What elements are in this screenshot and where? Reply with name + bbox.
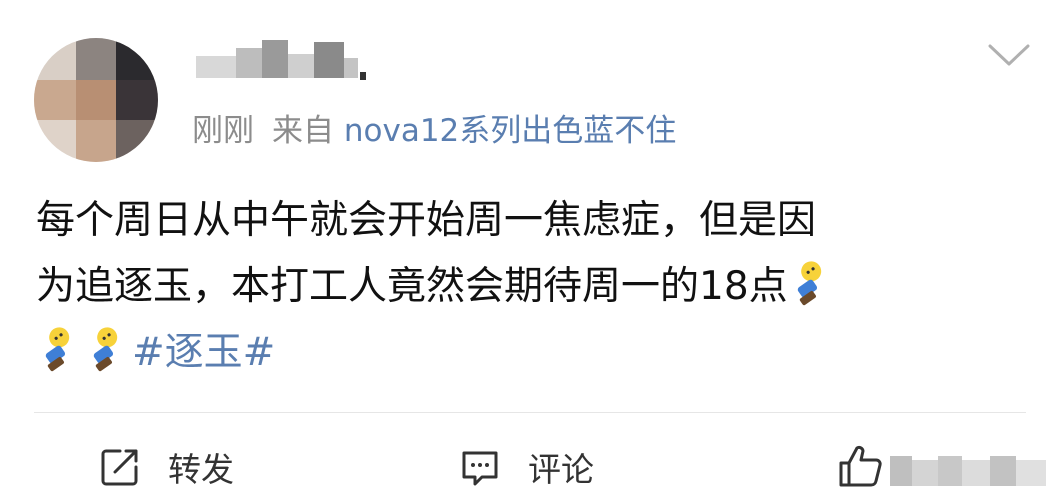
comment-icon	[462, 451, 498, 486]
post-body-line-3: #逐玉#	[36, 320, 1026, 386]
source-prefix: 来自	[272, 113, 334, 149]
dying-face-emoji	[45, 327, 70, 372]
source-device-link[interactable]: nova12系列出色蓝不住	[344, 113, 676, 149]
avatar[interactable]	[34, 38, 158, 162]
repost-icon	[101, 449, 138, 486]
like-button[interactable]	[836, 440, 884, 494]
post-body: 每个周日从中午就会开始周一焦虑症，但是因 为追逐玉，本打工人竟然会期待周一的18…	[36, 188, 1026, 386]
chevron-down-icon[interactable]	[986, 40, 1032, 70]
post-meta: 刚刚 来自 nova12系列出色蓝不住	[192, 108, 676, 154]
dying-face-emoji	[93, 327, 118, 372]
post-body-line-1: 每个周日从中午就会开始周一焦虑症，但是因	[36, 198, 817, 243]
comment-button[interactable]: 评论	[458, 440, 594, 494]
username-redacted[interactable]	[196, 36, 366, 86]
post-time: 刚刚	[192, 113, 254, 149]
post-body-line-2-text: 为追逐玉，本打工人竟然会期待周一的18点	[36, 264, 788, 309]
comment-label: 评论	[528, 450, 594, 489]
divider	[34, 412, 1026, 413]
thumbs-up-icon	[839, 445, 882, 487]
weibo-post-card: 刚刚 来自 nova12系列出色蓝不住 每个周日从中午就会开始周一焦虑症，但是因 …	[0, 0, 1059, 498]
like-count-redacted	[890, 452, 1050, 490]
repost-button[interactable]: 转发	[98, 440, 234, 494]
hashtag-link[interactable]: #逐玉#	[132, 330, 275, 375]
post-body-line-2: 为追逐玉，本打工人竟然会期待周一的18点	[36, 254, 1026, 320]
repost-label: 转发	[168, 450, 234, 489]
dying-face-emoji	[797, 261, 821, 306]
